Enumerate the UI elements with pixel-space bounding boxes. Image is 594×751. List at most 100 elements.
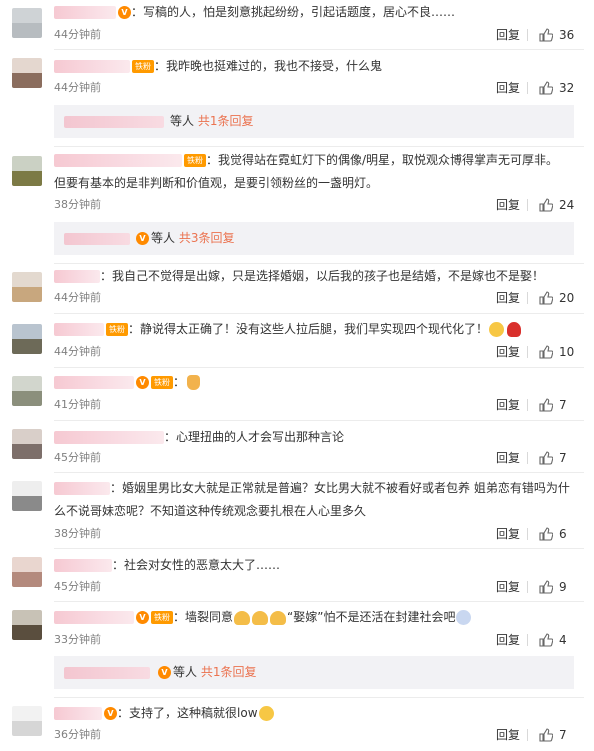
- like-count: 36: [559, 28, 575, 42]
- divider: [527, 292, 528, 304]
- reply-button[interactable]: 回复: [496, 397, 520, 413]
- avatar[interactable]: [12, 8, 42, 38]
- thumbs-up-icon[interactable]: [539, 728, 553, 742]
- sub-reply-wait: 等人: [170, 114, 195, 128]
- thumbs-up-icon[interactable]: [539, 398, 553, 412]
- thumbs-up-icon[interactable]: [539, 198, 553, 212]
- like-count: 7: [559, 728, 567, 742]
- sub-reply-link[interactable]: 共3条回复: [179, 231, 235, 245]
- reply-button[interactable]: 回复: [496, 450, 520, 466]
- divider: [527, 399, 528, 411]
- comment-time: 44分钟前: [54, 345, 101, 358]
- reply-button[interactable]: 回复: [496, 632, 520, 648]
- vip-crown-icon: V: [136, 232, 149, 245]
- thumbs-up-icon[interactable]: [539, 28, 553, 42]
- comment-text: 我自己不觉得是出嫁，只是选择婚姻，以后我的孩子也是结婚，不是嫁也不是娶！: [112, 269, 545, 283]
- username[interactable]: [54, 707, 102, 720]
- reply-button[interactable]: 回复: [496, 727, 520, 743]
- divider: [54, 367, 584, 368]
- sub-reply-bar[interactable]: V 等人 共1条回复: [54, 656, 574, 689]
- vip-crown-icon: V: [118, 6, 131, 19]
- thumbs-up-icon[interactable]: [539, 580, 553, 594]
- comment-time: 38分钟前: [54, 198, 101, 211]
- sub-reply-username: [64, 116, 164, 128]
- avatar[interactable]: [12, 156, 42, 186]
- vip-crown-icon: V: [104, 707, 117, 720]
- fan-badge: 铁粉: [151, 611, 173, 624]
- comment-time: 45分钟前: [54, 451, 101, 464]
- clap-emoji: [270, 610, 287, 625]
- divider: [527, 346, 528, 358]
- username[interactable]: [54, 6, 116, 19]
- thumbs-up-icon[interactable]: [539, 345, 553, 359]
- rose-emoji: [507, 322, 522, 337]
- shocked-emoji: [456, 610, 472, 625]
- avatar[interactable]: [12, 272, 42, 302]
- thumbs-up-icon[interactable]: [539, 291, 553, 305]
- reply-button[interactable]: 回复: [496, 344, 520, 360]
- thumbs-up-icon[interactable]: [539, 81, 553, 95]
- reply-button[interactable]: 回复: [496, 526, 520, 542]
- comment-text: 社会对女性的恶意太大了……: [124, 558, 281, 572]
- comment-time: 33分钟前: [54, 633, 101, 646]
- vip-crown-icon: V: [158, 666, 171, 679]
- sub-reply-bar[interactable]: V 等人 共3条回复: [54, 222, 574, 255]
- thumbs-up-icon[interactable]: [539, 633, 553, 647]
- username[interactable]: [54, 376, 134, 389]
- divider: [527, 634, 528, 646]
- divider: [54, 601, 584, 602]
- username[interactable]: [54, 270, 100, 283]
- username[interactable]: [54, 559, 112, 572]
- sub-reply-bar[interactable]: 等人 共1条回复: [54, 105, 574, 138]
- sub-reply-link[interactable]: 共1条回复: [201, 665, 257, 679]
- reply-button[interactable]: 回复: [496, 197, 520, 213]
- comment-text-line2: 但要有基本的是非判断和价值观，是要引领粉丝的一盏明灯。: [54, 176, 379, 190]
- avatar[interactable]: [12, 58, 42, 88]
- sub-reply-username: [64, 667, 150, 679]
- comment-text: 我昨晚也挺难过的，我也不接受，什么鬼: [166, 59, 383, 73]
- avatar[interactable]: [12, 557, 42, 587]
- divider: [54, 697, 584, 698]
- divider: [527, 29, 528, 41]
- smile-emoji: [258, 706, 274, 721]
- reply-button[interactable]: 回复: [496, 80, 520, 96]
- avatar[interactable]: [12, 481, 42, 511]
- username[interactable]: [54, 611, 134, 624]
- thumbs-up-icon[interactable]: [539, 451, 553, 465]
- avatar[interactable]: [12, 376, 42, 406]
- comment-text-line2: 么不说哥妹恋呢？不知道这种传统观念要扎根在人心里多久: [54, 504, 367, 518]
- username[interactable]: [54, 323, 104, 336]
- divider: [527, 729, 528, 741]
- username[interactable]: [54, 482, 110, 495]
- reply-button[interactable]: 回复: [496, 27, 520, 43]
- fan-badge: 铁粉: [106, 323, 128, 336]
- clap-emoji: [252, 610, 269, 625]
- comment-text: 写稿的人，怕是刻意挑起纷纷，引起话题度，居心不良……: [143, 5, 456, 19]
- avatar[interactable]: [12, 610, 42, 640]
- divider: [54, 420, 584, 421]
- sub-reply-link[interactable]: 共1条回复: [198, 114, 254, 128]
- comment-time: 44分钟前: [54, 291, 101, 304]
- like-count: 10: [559, 345, 575, 359]
- comment-text: 墙裂同意: [185, 610, 234, 624]
- username[interactable]: [54, 60, 130, 73]
- avatar[interactable]: [12, 706, 42, 736]
- divider: [527, 528, 528, 540]
- username[interactable]: [54, 431, 164, 444]
- vip-crown-icon: V: [136, 376, 149, 389]
- reply-button[interactable]: 回复: [496, 579, 520, 595]
- comment-text: 婚姻里男比女大就是正常就是普遍？女比男大就不被看好或者包养 姐弟恋有错吗为什: [122, 481, 570, 495]
- avatar[interactable]: [12, 324, 42, 354]
- reply-button[interactable]: 回复: [496, 290, 520, 306]
- like-count: 6: [559, 527, 567, 541]
- like-count: 4: [559, 633, 567, 647]
- vip-crown-icon: V: [136, 611, 149, 624]
- username[interactable]: [54, 154, 182, 167]
- thumbs-up-icon[interactable]: [539, 527, 553, 541]
- thumbs-up-emoji: [187, 375, 201, 390]
- comment-time: 36分钟前: [54, 728, 101, 741]
- avatar[interactable]: [12, 429, 42, 459]
- fan-badge: 铁粉: [132, 60, 154, 73]
- comment-time: 38分钟前: [54, 527, 101, 540]
- fan-badge: 铁粉: [184, 154, 206, 167]
